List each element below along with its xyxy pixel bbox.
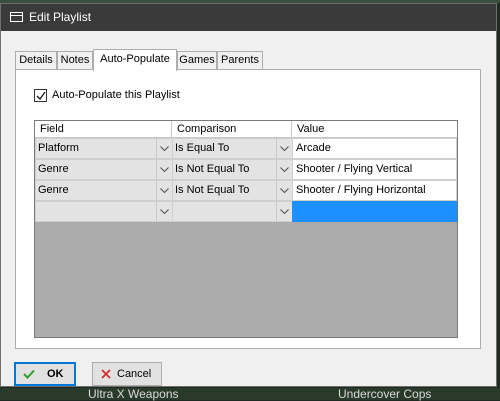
chevron-down-icon[interactable]	[276, 160, 292, 179]
ok-label: OK	[47, 368, 64, 380]
chevron-down-icon[interactable]	[156, 181, 172, 200]
tab-label: Auto-Populate	[100, 53, 170, 65]
auto-populate-checkbox[interactable]	[34, 89, 47, 102]
checkmark-icon	[23, 369, 35, 379]
column-header-value[interactable]: Value	[292, 121, 457, 137]
table-row-new	[35, 201, 457, 222]
field-dropdown[interactable]: Genre	[35, 180, 172, 201]
close-icon	[101, 369, 111, 379]
table-row: Genre Is Not Equal To Shooter / Flying H…	[35, 180, 457, 201]
chevron-down-icon[interactable]	[276, 181, 292, 200]
title-bar[interactable]: Edit Playlist	[1, 4, 496, 31]
chevron-down-icon[interactable]	[156, 202, 172, 221]
chevron-down-icon[interactable]	[276, 139, 292, 158]
tab-notes[interactable]: Notes	[57, 51, 93, 69]
comparison-value: Is Equal To	[175, 142, 230, 154]
auto-populate-panel: Auto-Populate this Playlist Field Compar…	[15, 69, 481, 349]
value-cell[interactable]: Shooter / Flying Vertical	[292, 159, 457, 180]
tab-parents[interactable]: Parents	[217, 51, 263, 69]
window-title: Edit Playlist	[29, 10, 92, 24]
auto-populate-label: Auto-Populate this Playlist	[52, 89, 180, 101]
tab-label: Notes	[60, 54, 90, 66]
chevron-down-icon[interactable]	[156, 160, 172, 179]
field-dropdown[interactable]: Genre	[35, 159, 172, 180]
field-value: Platform	[38, 142, 79, 154]
field-value: Genre	[38, 163, 69, 175]
chevron-down-icon[interactable]	[276, 202, 292, 221]
field-dropdown[interactable]	[35, 201, 172, 222]
checkmark-icon	[36, 91, 46, 101]
column-header-field[interactable]: Field	[35, 121, 172, 137]
window-icon	[10, 12, 23, 22]
ok-button[interactable]: OK	[14, 362, 76, 386]
cancel-button[interactable]: Cancel	[92, 362, 162, 386]
grid-header: Field Comparison Value	[35, 121, 457, 138]
rules-grid: Field Comparison Value Platform Is Equal…	[34, 120, 458, 338]
tab-label: Games	[179, 54, 215, 66]
tab-auto-populate[interactable]: Auto-Populate	[93, 49, 177, 71]
background-game-title-left: Ultra X Weapons	[88, 387, 179, 401]
value-text: Shooter / Flying Vertical	[296, 163, 413, 175]
tab-label: Details	[19, 54, 53, 66]
comparison-dropdown[interactable]	[172, 201, 292, 222]
background-game-title-right: Undercover Cops	[338, 387, 432, 401]
chevron-down-icon[interactable]	[156, 139, 172, 158]
column-header-comparison[interactable]: Comparison	[172, 121, 292, 137]
value-text: Arcade	[296, 142, 331, 154]
table-row: Genre Is Not Equal To Shooter / Flying V…	[35, 159, 457, 180]
comparison-value: Is Not Equal To	[175, 184, 250, 196]
comparison-dropdown[interactable]: Is Not Equal To	[172, 180, 292, 201]
field-dropdown[interactable]: Platform	[35, 138, 172, 159]
value-cell[interactable]: Arcade	[292, 138, 457, 159]
cancel-label: Cancel	[117, 368, 152, 380]
tab-games[interactable]: Games	[177, 51, 217, 69]
value-cell[interactable]: Shooter / Flying Horizontal	[292, 180, 457, 201]
value-text: Shooter / Flying Horizontal	[296, 184, 426, 196]
tab-details[interactable]: Details	[15, 51, 57, 69]
field-value: Genre	[38, 184, 69, 196]
edit-playlist-dialog: Edit Playlist Details Notes Auto-Populat…	[0, 3, 497, 387]
table-row: Platform Is Equal To Arcade	[35, 138, 457, 159]
tab-label: Parents	[221, 54, 259, 66]
value-cell-selected[interactable]	[292, 201, 457, 222]
comparison-value: Is Not Equal To	[175, 163, 250, 175]
comparison-dropdown[interactable]: Is Not Equal To	[172, 159, 292, 180]
comparison-dropdown[interactable]: Is Equal To	[172, 138, 292, 159]
